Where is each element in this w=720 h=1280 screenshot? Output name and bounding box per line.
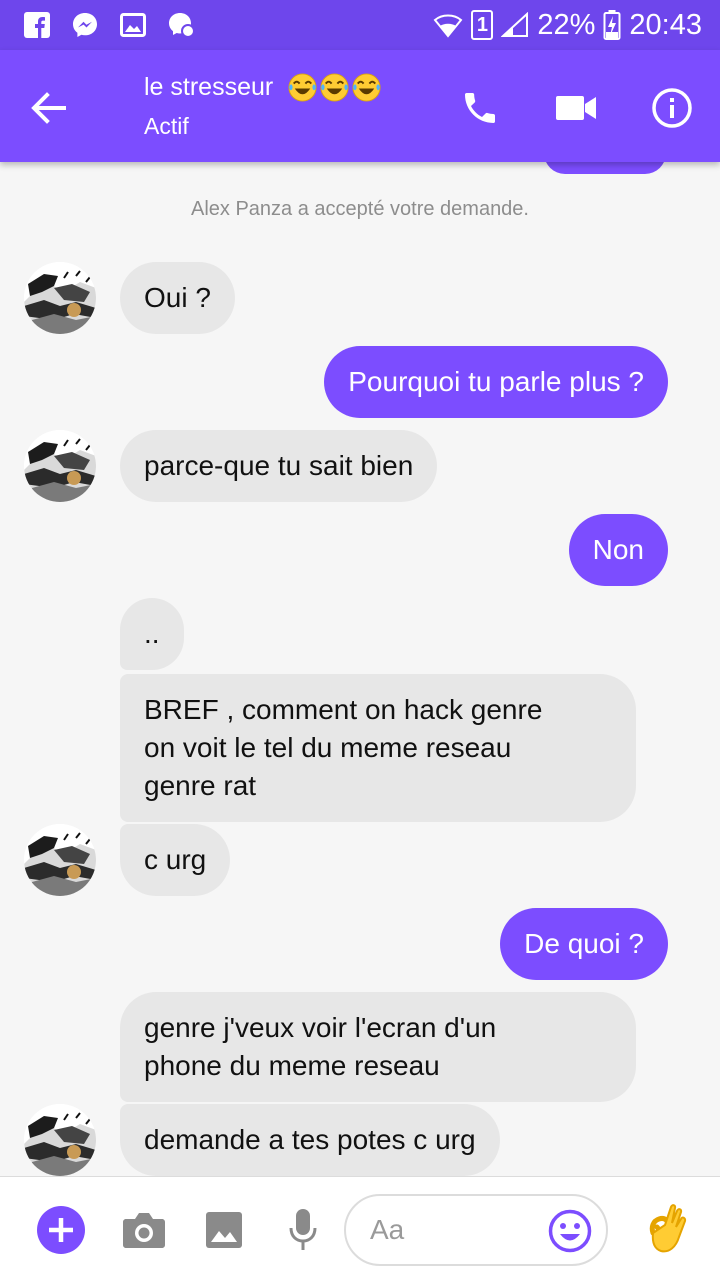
gallery-icon xyxy=(118,10,148,40)
facebook-icon xyxy=(22,10,52,40)
video-icon[interactable] xyxy=(548,80,604,136)
sim-badge: 1 xyxy=(471,10,494,40)
system-message: Alex Panza a accepté votre demande. xyxy=(191,198,529,220)
input-placeholder: Aa xyxy=(370,1214,405,1245)
contact-avatar[interactable] xyxy=(24,824,96,896)
camera-icon[interactable] xyxy=(119,1205,169,1255)
back-arrow-icon[interactable] xyxy=(22,82,74,134)
message-text: parce-que tu sait bien xyxy=(144,450,414,481)
image-icon[interactable] xyxy=(199,1205,249,1255)
smiley-icon[interactable] xyxy=(548,1209,592,1253)
incoming-message[interactable]: BREF , comment on hack genre on voit le … xyxy=(120,674,636,822)
message-composer: Aa xyxy=(0,1176,720,1280)
outgoing-message[interactable]: Pourquoi tu parle plus ? xyxy=(324,346,668,418)
ok-hand-icon[interactable] xyxy=(640,1201,690,1257)
microphone-icon[interactable] xyxy=(278,1205,328,1255)
outgoing-message[interactable]: Non xyxy=(568,514,668,586)
contact-status: Actif xyxy=(144,113,189,139)
message-line: phone du meme reseau xyxy=(144,1050,440,1081)
battery-percentage: 22% xyxy=(537,8,596,41)
message-text: Pourquoi tu parle plus ? xyxy=(348,366,644,397)
tears-of-joy-emoji-icon xyxy=(288,73,317,102)
contact-info[interactable]: le stresseur Actif xyxy=(144,72,382,140)
message-text: .. xyxy=(144,618,160,649)
contact-name-row: le stresseur xyxy=(144,72,382,103)
message-line: on voit le tel du meme reseau xyxy=(144,732,512,763)
messenger-icon xyxy=(70,10,100,40)
message-text: Non xyxy=(592,534,644,565)
message-input[interactable]: Aa xyxy=(344,1194,608,1266)
contact-avatar[interactable] xyxy=(24,262,96,334)
incoming-message[interactable]: genre j'veux voir l'ecran d'un phone du … xyxy=(120,992,636,1102)
message-list[interactable]: Alex Panza a accepté votre demande. Oui … xyxy=(0,162,720,1176)
incoming-message[interactable]: demande a tes potes c urg xyxy=(120,1104,500,1176)
system-status: 1 22% 20:43 xyxy=(433,6,702,44)
info-icon[interactable] xyxy=(644,80,700,136)
contact-name: le stresseur xyxy=(144,73,274,101)
message-line: BREF , comment on hack genre xyxy=(144,694,543,725)
plus-icon[interactable] xyxy=(36,1205,86,1255)
tears-of-joy-emoji-icon xyxy=(352,73,381,102)
notification-icons xyxy=(22,10,196,40)
message-line: genre j'veux voir l'ecran d'un xyxy=(144,1012,497,1043)
clock: 20:43 xyxy=(629,8,702,41)
phone-icon[interactable] xyxy=(452,80,508,136)
incoming-message[interactable]: c urg xyxy=(120,824,231,896)
conversation-header: le stresseur Actif xyxy=(0,50,720,162)
contact-avatar[interactable] xyxy=(24,1104,96,1176)
message-line: genre rat xyxy=(144,770,257,801)
incoming-message[interactable]: .. xyxy=(120,598,184,670)
status-bar: 1 22% 20:43 xyxy=(0,0,720,50)
incoming-message[interactable]: parce-que tu sait bien xyxy=(120,430,438,502)
message-text: c urg xyxy=(144,844,207,875)
incoming-message[interactable]: Oui ? xyxy=(120,262,235,334)
battery-charging-icon xyxy=(603,9,621,41)
message-text: De quoi ? xyxy=(524,928,644,959)
outgoing-message[interactable]: De quoi ? xyxy=(500,908,668,980)
tears-of-joy-emoji-icon xyxy=(320,73,349,102)
signal-icon xyxy=(501,12,529,38)
contact-avatar[interactable] xyxy=(24,430,96,502)
previous-outgoing-bubble xyxy=(544,162,666,174)
wifi-icon xyxy=(433,12,463,38)
messenger-bubble-icon xyxy=(166,10,196,40)
message-text: demande a tes potes c urg xyxy=(144,1124,476,1155)
laughing-emojis xyxy=(287,72,382,103)
message-text: Oui ? xyxy=(144,282,211,313)
